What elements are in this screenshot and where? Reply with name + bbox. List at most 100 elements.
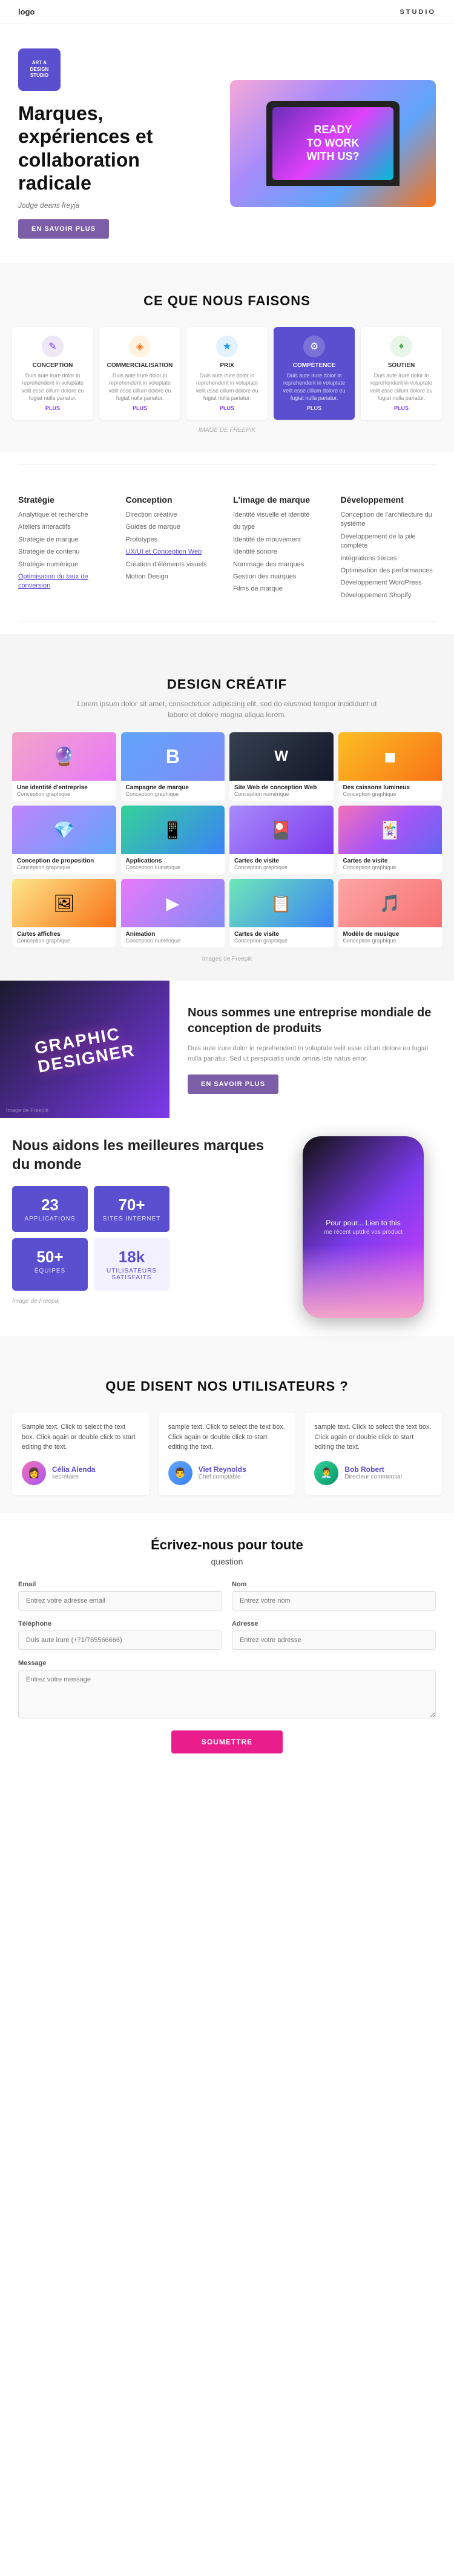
navbar: logo STUDIO	[0, 0, 454, 24]
design-card[interactable]: W Site Web de conception Web Conception …	[229, 732, 334, 801]
list-item[interactable]: UX/UI et Conception Web	[126, 548, 222, 557]
design-card[interactable]: ◼ Des caissons lumineux Conception graph…	[338, 732, 442, 801]
email-input[interactable]	[18, 1591, 222, 1611]
soutien-title: SOUTIEN	[367, 362, 436, 369]
list-item: Développement WordPress	[341, 578, 436, 588]
hero-left: ART & DESIGN STUDIO Marques, expériences…	[18, 48, 212, 239]
design-card[interactable]: 🃏 Cartes de visite Conception graphique	[338, 806, 442, 874]
design-caption-8: Cartes de visite Conception graphique	[338, 854, 442, 874]
form-group-email: Email	[18, 1581, 222, 1611]
service-card-conception: ✎ CONCEPTION Duis aute irure dolor in re…	[12, 327, 93, 420]
screen-text: READY TO WORK WITH US?	[307, 124, 360, 163]
stats-phone: Pour pour... Lien to this me récent uptd…	[303, 1136, 424, 1318]
design-card[interactable]: 💎 Conception de proposition Conception g…	[12, 806, 116, 874]
menu-col-developpement-title: Développement	[341, 495, 436, 505]
list-item: Motion Design	[126, 572, 222, 581]
message-input[interactable]	[18, 1670, 436, 1718]
author-avatar-3: 👨‍💼	[314, 1461, 338, 1485]
stat-label-sites: SITES INTERNET	[101, 1216, 162, 1222]
design-card[interactable]: B Campagne de marque Conception graphiqu…	[121, 732, 225, 801]
stat-label-equipes: ÉQUIPES	[19, 1268, 81, 1274]
contact-form: Email Nom Téléphone Adresse Message SOUM…	[18, 1581, 436, 1753]
testimonial-card-3: sample text. Click to select the text bo…	[304, 1412, 442, 1495]
phone-label: Téléphone	[18, 1620, 222, 1627]
adresse-input[interactable]	[232, 1631, 436, 1650]
prix-plus[interactable]: PLUS	[192, 405, 262, 411]
list-item: Films de marque	[233, 584, 329, 594]
form-grid: Email Nom Téléphone Adresse Message	[18, 1581, 436, 1718]
testimonials-section: QUE DISENT NOS UTILISATEURS ? Sample tex…	[0, 1336, 454, 1513]
design-img-1: 🔮	[12, 732, 116, 781]
stats-hand-gradient	[303, 1245, 424, 1318]
design-card[interactable]: 🎴 Cartes de visite Conception graphique	[229, 806, 334, 874]
design-card[interactable]: 🖼 Cartes affiches Conception graphique	[12, 879, 116, 947]
design-caption-2: Campagne de marque Conception graphique	[121, 781, 225, 801]
testimonial-card-2: sample text. Click to select the text bo…	[159, 1412, 296, 1495]
design-card[interactable]: 📋 Cartes de visite Conception graphique	[229, 879, 334, 947]
competence-icon: ⚙	[303, 336, 325, 357]
list-item: Prototypes	[126, 535, 222, 545]
list-item: Identité de mouvement	[233, 535, 329, 545]
stat-users: 18k UTILISATEURS SATISFAITS	[94, 1238, 169, 1291]
list-item: Développement Shopify	[341, 591, 436, 600]
stat-number-equipes: 50+	[19, 1248, 81, 1266]
stat-number-applications: 23	[19, 1196, 81, 1214]
commercialisation-plus[interactable]: PLUS	[105, 405, 174, 411]
list-item: du type	[233, 523, 329, 532]
promo-learn-btn[interactable]: EN SAVOIR PLUS	[188, 1074, 278, 1094]
design-img-3: W	[229, 732, 334, 781]
message-label: Message	[18, 1660, 436, 1667]
design-caption-5: Conception de proposition Conception gra…	[12, 854, 116, 874]
promo-art-text: GRAPHICDESIGNER	[33, 1022, 136, 1076]
design-caption-12: Modèle de musique Conception graphique	[338, 927, 442, 947]
soutien-plus[interactable]: PLUS	[367, 405, 436, 411]
testimonial-text-3: sample text. Click to select the text bo…	[314, 1422, 432, 1452]
menu-divider-2	[18, 621, 436, 622]
list-item[interactable]: Optimisation du taux de conversion	[18, 572, 114, 591]
menu-col-conception: Conception Direction créative Guides de …	[126, 495, 222, 603]
design-grid: 🔮 Une identité d'entreprise Conception g…	[12, 732, 442, 947]
stat-sites: 70+ SITES INTERNET	[94, 1186, 169, 1232]
stats-left: Nous aidons les meilleures marques du mo…	[12, 1136, 272, 1305]
author-name-1: Célia Alenda	[52, 1465, 96, 1474]
design-creatif-section: DESIGN CRÉATIF Lorem ipsum dolor sit ame…	[0, 634, 454, 981]
testimonials-grid: Sample text. Click to select the text bo…	[12, 1412, 442, 1495]
testimonials-title: QUE DISENT NOS UTILISATEURS ?	[12, 1354, 442, 1400]
stats-grid: 23 APPLICATIONS 70+ SITES INTERNET 50+ É…	[12, 1186, 169, 1291]
commercialisation-desc: Duis aute irure dolor in reprehenderit i…	[105, 372, 174, 402]
services-section: CE QUE NOUS FAISONS ✎ CONCEPTION Duis au…	[0, 263, 454, 452]
design-img-8: 🃏	[338, 806, 442, 854]
phone-input[interactable]	[18, 1631, 222, 1650]
testimonial-card-1: Sample text. Click to select the text bo…	[12, 1412, 150, 1495]
design-card[interactable]: 🔮 Une identité d'entreprise Conception g…	[12, 732, 116, 801]
hero-laptop: READY TO WORK WITH US?	[266, 101, 400, 186]
menu-col-conception-title: Conception	[126, 495, 222, 505]
email-label: Email	[18, 1581, 222, 1588]
list-item: Ateliers interactifs	[18, 523, 114, 532]
services-grid: ✎ CONCEPTION Duis aute irure dolor in re…	[12, 327, 442, 420]
stats-section: Nous aidons les meilleures marques du mo…	[0, 1118, 454, 1336]
design-card[interactable]: ▶ Animation Conception numérique	[121, 879, 225, 947]
hero-cta-button[interactable]: EN SAVOIR PLUS	[18, 219, 109, 239]
testimonial-author-2: 👨 Viet Reynolds Chef comptable	[168, 1461, 286, 1485]
soutien-desc: Duis aute irure dolor in reprehenderit i…	[367, 372, 436, 402]
contact-section: Écrivez-nous pour toute question Email N…	[0, 1513, 454, 1778]
stat-equipes: 50+ ÉQUIPES	[12, 1238, 88, 1291]
stat-label-users: UTILISATEURS SATISFAITS	[101, 1268, 162, 1281]
menu-col-strategie-list: Analytique et recherche Ateliers interac…	[18, 511, 114, 591]
conception-icon: ✎	[42, 336, 64, 357]
menu-col-strategie: Stratégie Analytique et recherche Atelie…	[18, 495, 114, 603]
design-card[interactable]: 🎵 Modèle de musique Conception graphique	[338, 879, 442, 947]
design-caption-10: Animation Conception numérique	[121, 927, 225, 947]
hero-title: Marques, expériences et collaboration ra…	[18, 102, 212, 195]
competence-plus[interactable]: PLUS	[280, 405, 349, 411]
list-item: Identité sonore	[233, 548, 329, 557]
conception-plus[interactable]: PLUS	[18, 405, 87, 411]
promo-banner: GRAPHICDESIGNER Image de Freepik Nous so…	[0, 981, 454, 1118]
nom-input[interactable]	[232, 1591, 436, 1611]
submit-button[interactable]: SOUMETTRE	[171, 1730, 283, 1753]
design-card[interactable]: 📱 Applications Conception numérique	[121, 806, 225, 874]
design-img-7: 🎴	[229, 806, 334, 854]
stat-number-users: 18k	[101, 1248, 162, 1266]
menu-col-image-marque-title: L'image de marque	[233, 495, 329, 505]
